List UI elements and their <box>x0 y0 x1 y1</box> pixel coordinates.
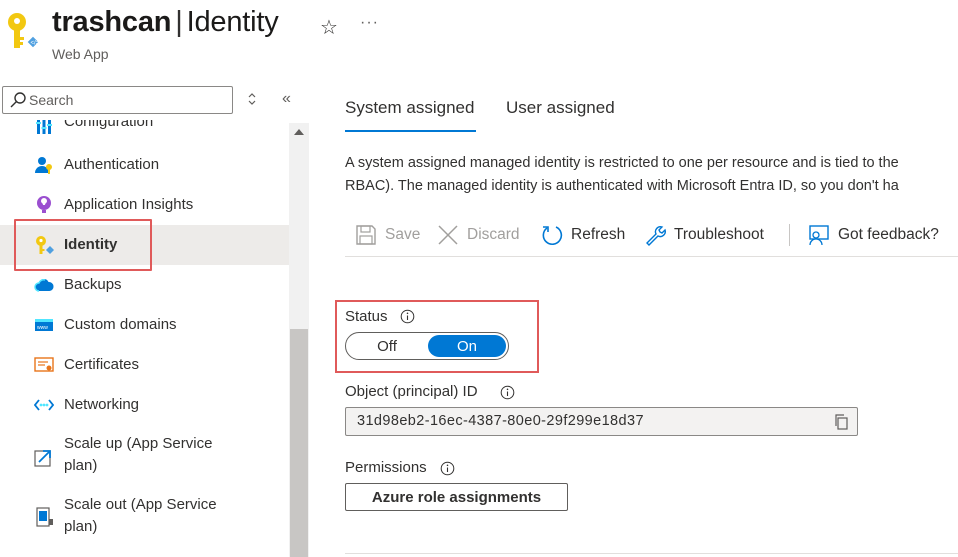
search-input[interactable] <box>29 91 224 109</box>
copy-icon[interactable] <box>833 414 849 430</box>
object-id-label: Object (principal) ID <box>345 383 478 400</box>
permissions-label: Permissions <box>345 459 427 476</box>
sidebar-item-authentication[interactable]: Authentication <box>0 145 289 185</box>
status-on-option[interactable]: On <box>428 335 506 357</box>
sidebar-item-label: Configuration <box>64 120 154 130</box>
feedback-button[interactable]: Got feedback? <box>808 220 939 250</box>
sidebar-item-label: Authentication <box>64 156 160 173</box>
sidebar-item-configuration[interactable]: Configuration <box>0 120 289 140</box>
permissions-info-icon[interactable] <box>440 461 455 476</box>
certificates-icon <box>34 357 54 372</box>
title-separator: | <box>175 6 183 38</box>
resource-name: trashcan <box>52 6 172 38</box>
sidebar-item-certificates[interactable]: Certificates <box>0 345 289 385</box>
object-id-field[interactable]: 31d98eb2-16ec-4387-80e0-29f299e18d37 <box>345 407 858 436</box>
command-bar: Save Discard Refresh Troubleshoot Got fe… <box>345 220 958 250</box>
object-id-value: 31d98eb2-16ec-4387-80e0-29f299e18d37 <box>357 413 644 429</box>
star-icon[interactable]: ☆ <box>320 15 338 40</box>
description: A system assigned managed identity is re… <box>345 152 958 198</box>
configuration-icon <box>36 120 52 134</box>
scale-up-icon <box>34 450 51 467</box>
search-icon <box>10 92 26 108</box>
sort-icon[interactable] <box>246 92 258 106</box>
description-line-1: A system assigned managed identity is re… <box>345 155 899 171</box>
azure-role-assignments-button[interactable]: Azure role assignments <box>345 483 568 511</box>
selected-tab-indicator <box>345 130 476 132</box>
search-box[interactable] <box>2 86 233 114</box>
discard-x-icon <box>438 225 458 245</box>
scale-out-icon <box>36 507 53 527</box>
status-off-option[interactable]: Off <box>346 333 428 359</box>
wrench-icon <box>646 226 666 246</box>
collapse-sidebar-icon[interactable]: « <box>282 91 291 107</box>
description-line-2: RBAC). The managed identity is authentic… <box>345 178 899 194</box>
sidebar-item-label: Networking <box>64 396 140 413</box>
toolbar-divider <box>789 224 790 246</box>
sidebar-item-scale-out[interactable]: Scale out (App Service plan) <box>0 485 289 547</box>
sidebar-scrollbar[interactable] <box>289 123 309 557</box>
sidebar-item-label: Backups <box>64 276 122 293</box>
feedback-label: Got feedback? <box>838 226 939 243</box>
status-label: Status <box>345 308 388 325</box>
scrollbar-thumb[interactable] <box>290 329 308 557</box>
sidebar-item-custom-domains[interactable]: www Custom domains <box>0 305 289 345</box>
refresh-icon <box>542 226 563 246</box>
svg-text:www: www <box>37 325 48 331</box>
refresh-button[interactable]: Refresh <box>541 220 625 250</box>
resource-menu: Configuration Authentication Application… <box>0 120 289 557</box>
identity-key-icon <box>36 236 54 254</box>
sidebar-item-label: Identity <box>64 236 118 253</box>
application-insights-icon <box>37 196 51 213</box>
page-title: trashcan | Identity <box>52 6 279 39</box>
sidebar-item-backups[interactable]: Backups <box>0 265 289 305</box>
sidebar-item-label: Application Insights <box>64 196 194 213</box>
svg-text:</>: </> <box>31 41 39 47</box>
custom-domains-icon: www <box>35 319 53 331</box>
backups-cloud-icon <box>34 278 54 292</box>
save-label: Save <box>385 226 421 243</box>
status-info-icon[interactable] <box>400 309 415 324</box>
ellipsis-icon[interactable]: ··· <box>360 14 379 32</box>
status-toggle[interactable]: Off On <box>345 332 509 360</box>
sidebar-item-label: Scale out (App Service <box>64 496 217 513</box>
sidebar-item-label: Custom domains <box>64 316 177 333</box>
sidebar-item-label-continued: plan) <box>64 457 98 474</box>
sidebar-item-label: Certificates <box>64 356 140 373</box>
tab-system-assigned[interactable]: System assigned <box>345 98 474 118</box>
object-id-info-icon[interactable] <box>500 385 515 400</box>
identity-key-icon: </> <box>8 13 39 49</box>
save-icon <box>356 225 376 245</box>
section-divider <box>345 553 958 554</box>
sidebar-item-label-continued: plan) <box>64 518 98 535</box>
toolbar-separator <box>345 256 958 257</box>
resource-type: Web App <box>52 46 109 62</box>
troubleshoot-button[interactable]: Troubleshoot <box>644 220 764 250</box>
scroll-up-arrow-icon[interactable] <box>294 129 304 135</box>
networking-icon <box>34 399 54 411</box>
troubleshoot-label: Troubleshoot <box>674 226 764 243</box>
sidebar-item-identity[interactable]: Identity <box>0 225 289 265</box>
sidebar-item-networking[interactable]: Networking <box>0 385 289 425</box>
discard-label: Discard <box>467 226 520 243</box>
tab-user-assigned[interactable]: User assigned <box>506 98 615 118</box>
sidebar-item-application-insights[interactable]: Application Insights <box>0 185 289 225</box>
sidebar-item-label: Scale up (App Service <box>64 435 213 452</box>
feedback-person-icon <box>809 225 829 246</box>
save-button[interactable]: Save <box>355 220 420 250</box>
page-name: Identity <box>186 6 279 38</box>
authentication-icon <box>35 157 52 174</box>
sidebar-item-scale-up[interactable]: Scale up (App Service plan) <box>0 425 289 485</box>
discard-button[interactable]: Discard <box>437 220 520 250</box>
refresh-label: Refresh <box>571 226 626 243</box>
